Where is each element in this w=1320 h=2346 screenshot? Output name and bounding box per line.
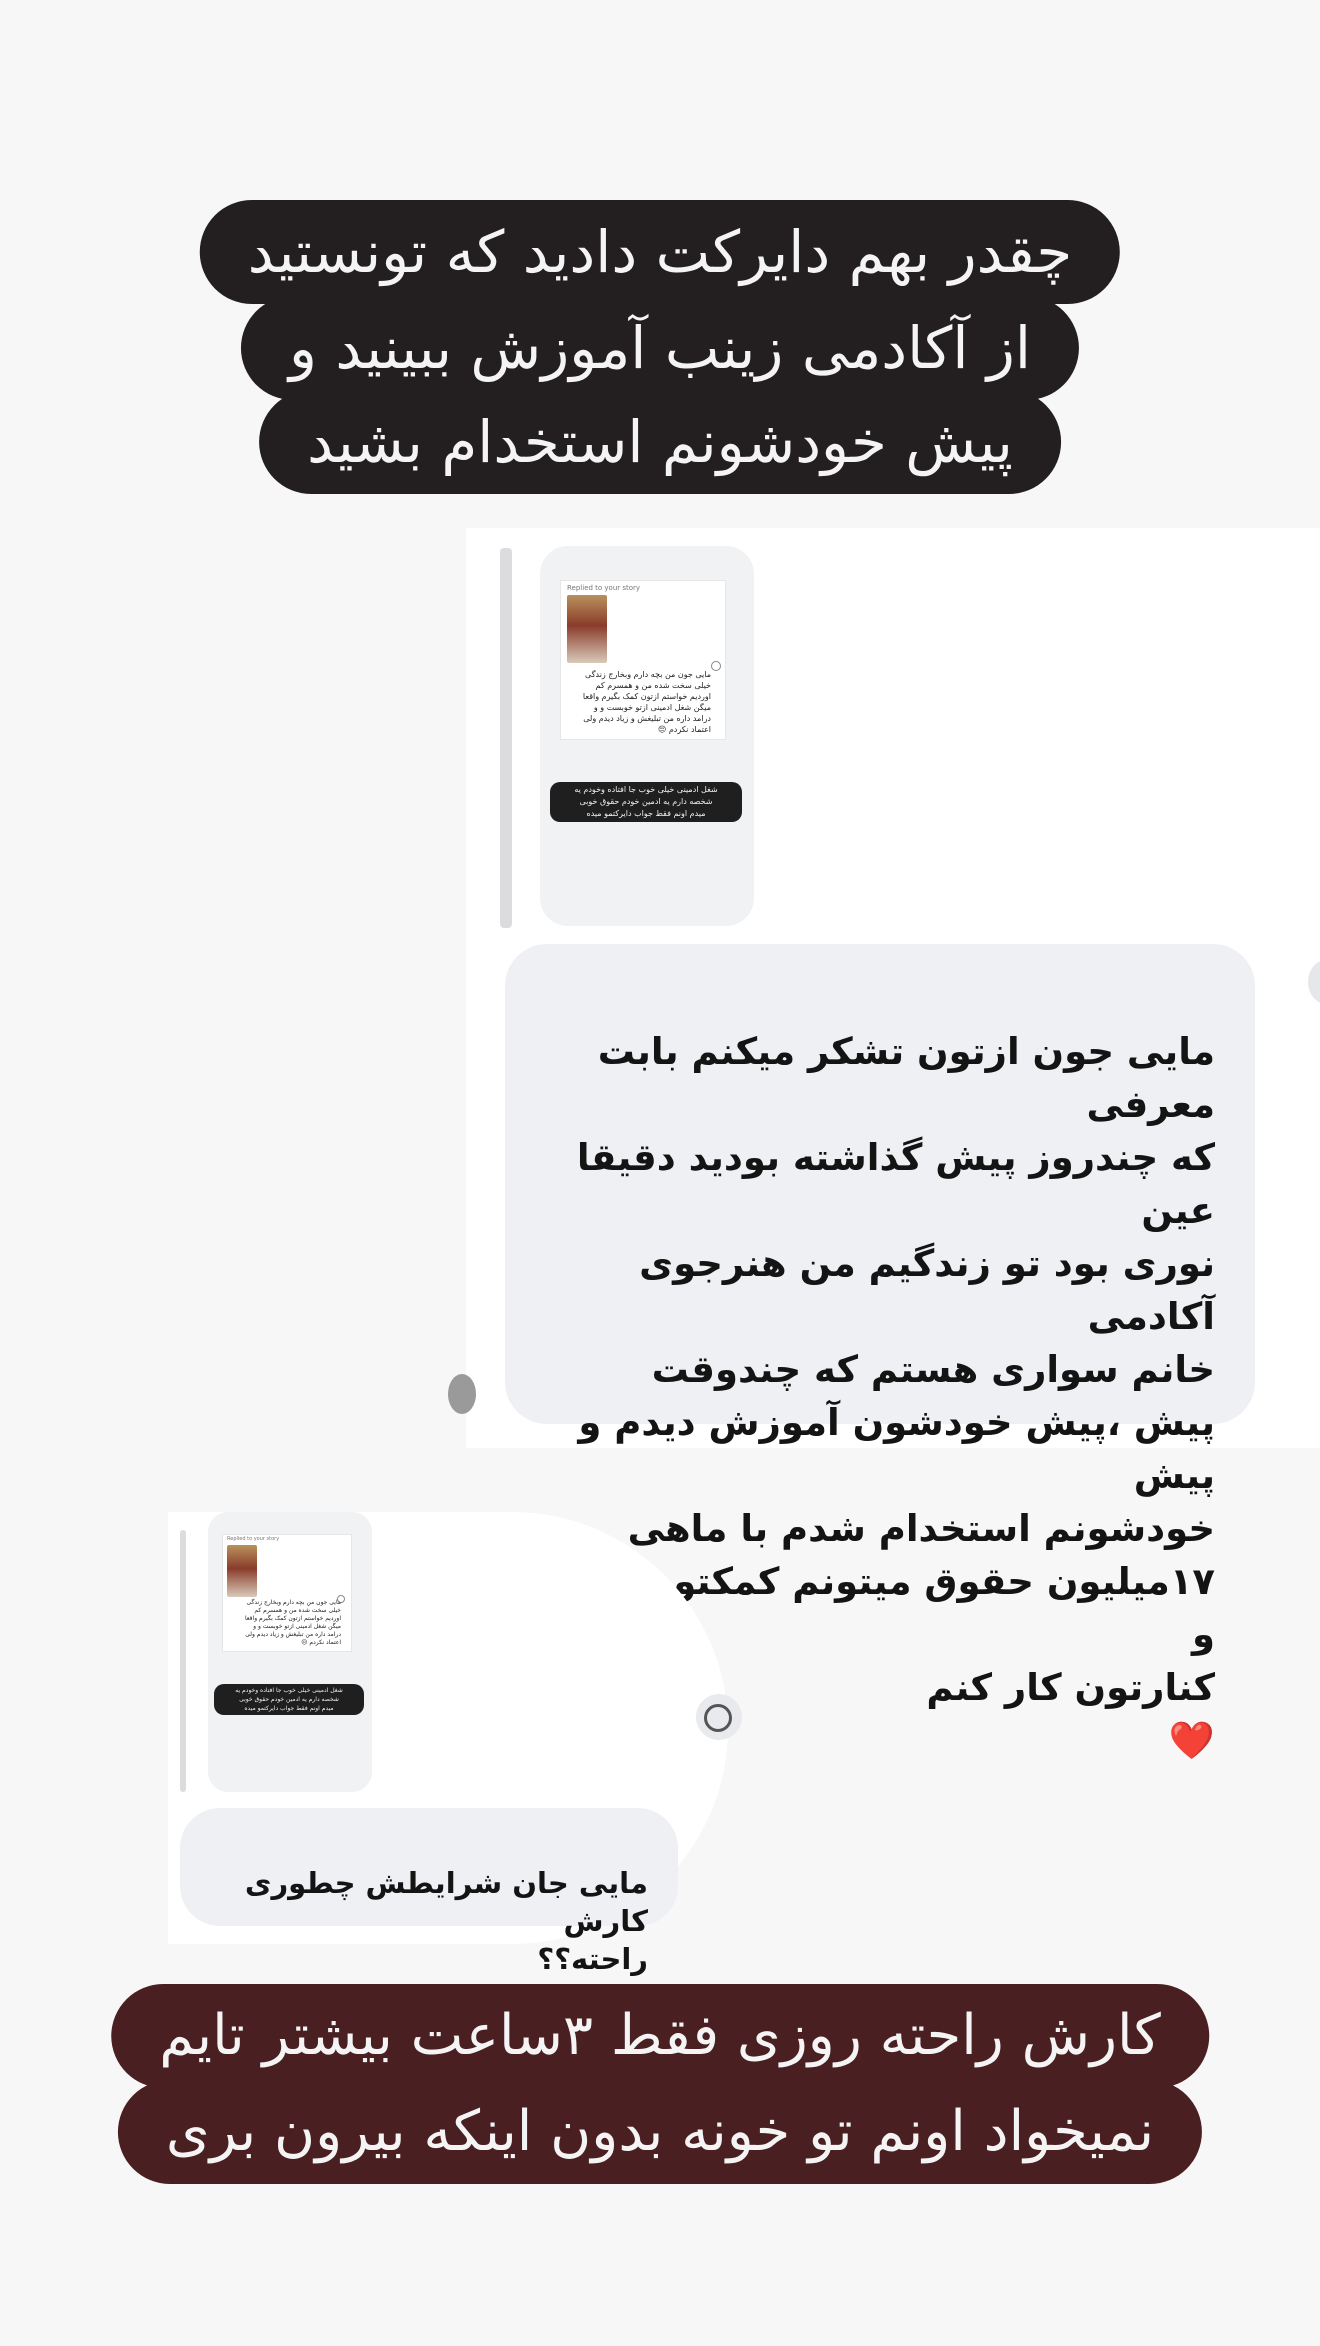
story-preview: Replied to your story مایی جون من بچه دا… [560, 580, 726, 740]
reply-indicator-bar-2 [180, 1530, 186, 1792]
story-thumbnail [567, 595, 607, 663]
story-preview-2: Replied to your story مایی جون من بچه دا… [222, 1534, 352, 1652]
sender-avatar [448, 1374, 476, 1414]
story-reply-header-2: Replied to your story [227, 1536, 280, 1542]
message-bubble-1[interactable]: مایی جون ازتون تشکر میکنم بابت معرفی که … [505, 944, 1255, 1762]
caption-bottom-line-1: کارش راحته روزی فقط ۳ساعت بیشتر تایم [111, 1984, 1209, 2088]
record-dot-icon [711, 661, 721, 671]
story-reply-text: مایی جون من بچه دارم وبخارج زندگی خیلی س… [582, 670, 711, 734]
story-reply-pill: شغل ادمینی خیلی خوب جا افتاده وخودم یه ش… [550, 782, 742, 822]
story-thumbnail-2 [227, 1545, 257, 1597]
message-2-text: مایی جان شرایطش چطوری کارش راحته؟؟ [244, 1866, 648, 1976]
story-reply-pill-2: شغل ادمینی خیلی خوب جا افتاده وخودم یه ش… [214, 1684, 364, 1715]
caption-top-line-3: پیش خودشونم استخدام بشید [259, 390, 1061, 494]
story-reply-card[interactable]: Replied to your story مایی جون من بچه دا… [540, 546, 754, 926]
reply-indicator-bar [500, 548, 512, 928]
caption-bottom-line-2: نمیخواد اونم تو خونه بدون اینکه بیرون بر… [117, 2080, 1203, 2184]
story-reply-text-2: مایی جون من بچه دارم وبخارج زندگی خیلی س… [244, 1599, 341, 1646]
story-reply-header: Replied to your story [567, 584, 641, 592]
caption-top-line-1: چقدر بهم دایرکت دادید که تونستید [199, 200, 1121, 304]
caption-top-line-2: از آکادمی زینب آموزش ببینید و [240, 296, 1080, 400]
story-reply-card-2[interactable]: Replied to your story مایی جون من بچه دا… [208, 1512, 372, 1792]
heart-emoji-icon: ❤️ [1168, 1719, 1215, 1762]
react-icon[interactable] [696, 1694, 742, 1740]
message-bubble-2[interactable]: مایی جان شرایطش چطوری کارش راحته؟؟ [180, 1808, 678, 1976]
